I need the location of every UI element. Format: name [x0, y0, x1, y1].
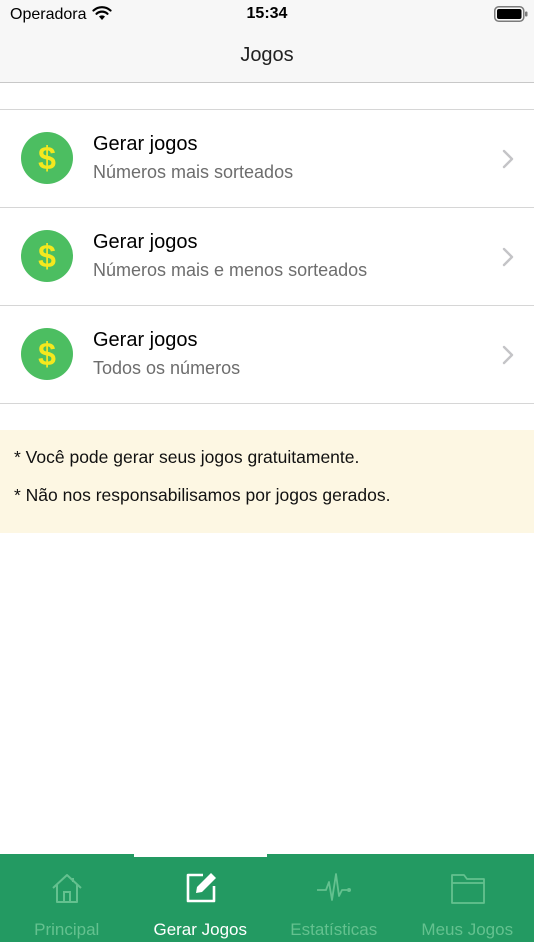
tab-label: Estatísticas [290, 920, 378, 939]
dollar-coin-icon: $ [21, 328, 73, 380]
status-bar: Operadora 15:34 [0, 0, 534, 30]
list-item-title: Gerar jogos [93, 329, 198, 351]
tab-label: Meus Jogos [421, 920, 514, 939]
list-item-subtitle: Todos os números [93, 358, 241, 378]
battery-icon [494, 6, 528, 22]
disclaimer-notice: * Você pode gerar seus jogos gratuitamen… [0, 430, 534, 533]
list-item-subtitle: Números mais e menos sorteados [93, 260, 368, 280]
tab-bar: Principal Gerar Jogos Estatísticas Meus … [0, 854, 534, 942]
chevron-right-icon [502, 149, 514, 169]
chevron-right-icon [502, 247, 514, 267]
list-item-all-numbers[interactable]: $ Gerar jogos Todos os números [0, 306, 534, 404]
edit-icon [186, 873, 216, 903]
tab-meus-jogos[interactable]: Meus Jogos [401, 854, 534, 942]
tab-gerar-jogos[interactable]: Gerar Jogos [134, 854, 268, 942]
page-title: Jogos [240, 44, 294, 66]
tab-estatisticas[interactable]: Estatísticas [267, 854, 401, 942]
list-item-subtitle: Números mais sorteados [93, 162, 294, 182]
list-item-title: Gerar jogos [93, 231, 198, 253]
notice-no-responsibility: * Não nos responsabilisamos por jogos ge… [14, 485, 391, 505]
home-indicator-area [0, 942, 534, 950]
pulse-icon [317, 873, 351, 901]
notice-free-games: * Você pode gerar seus jogos gratuitamen… [14, 447, 360, 467]
home-icon [52, 874, 82, 903]
tab-principal[interactable]: Principal [0, 854, 134, 942]
navigation-bar: Jogos [0, 30, 534, 83]
status-time: 15:34 [246, 5, 288, 22]
tab-label: Principal [34, 920, 100, 939]
list-item-title: Gerar jogos [93, 133, 198, 155]
folder-icon [450, 874, 485, 904]
list-item-most-least-drawn[interactable]: $ Gerar jogos Números mais e menos sorte… [0, 208, 534, 306]
generate-options-list: $ Gerar jogos Números mais sorteados $ G… [0, 109, 534, 404]
tab-label: Gerar Jogos [153, 920, 248, 939]
chevron-right-icon [502, 345, 514, 365]
list-item-most-drawn[interactable]: $ Gerar jogos Números mais sorteados [0, 110, 534, 208]
dollar-coin-icon: $ [21, 230, 73, 282]
dollar-coin-icon: $ [21, 132, 73, 184]
